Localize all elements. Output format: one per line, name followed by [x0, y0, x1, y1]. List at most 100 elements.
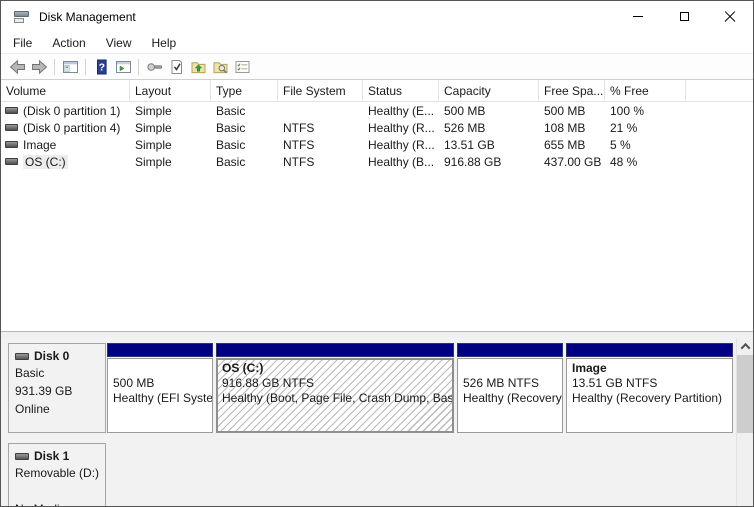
volume-name: Image: [23, 137, 57, 152]
cell-file-system: NTFS: [283, 137, 315, 152]
partition-name: Image: [572, 361, 607, 375]
disk1-title: Disk 1: [34, 449, 70, 463]
disk-management-window: Disk Management File Action View Help ?: [0, 0, 754, 507]
partition-status: Healthy (EFI Syste: [113, 391, 213, 405]
partition-recovery-526mb[interactable]: 526 MB NTFS Healthy (Recovery: [457, 343, 563, 433]
cell-free-space: 108 MB: [544, 120, 586, 135]
column-header-type[interactable]: Type: [211, 80, 278, 101]
cell-layout: Simple: [135, 137, 172, 152]
cell-free-space: 437.00 GB: [544, 154, 602, 169]
disk0-row: Disk 0 Basic 931.39 GB Online 500 MB Hea…: [8, 343, 753, 433]
toolbar-separator: [138, 58, 139, 75]
help-icon[interactable]: ?: [91, 57, 111, 77]
volume-row-disk0-partition1[interactable]: (Disk 0 partition 1) Simple Basic Health…: [1, 102, 753, 119]
volume-list-pane: Volume Layout Type File System Status Ca…: [1, 80, 753, 331]
disk0-partitions: 500 MB Healthy (EFI Syste OS (C:) 916.88…: [107, 343, 736, 433]
toolbar-separator: [54, 58, 55, 75]
menu-action[interactable]: Action: [42, 34, 95, 52]
properties-list-icon[interactable]: [232, 57, 252, 77]
cell-layout: Simple: [135, 120, 172, 135]
cell-pct-free: 48 %: [610, 154, 638, 169]
menu-bar: File Action View Help: [1, 32, 753, 53]
cell-file-system: NTFS: [283, 154, 315, 169]
cell-status: Healthy (R...: [368, 120, 435, 135]
volume-name: (Disk 0 partition 4): [23, 120, 121, 135]
column-header-empty: [686, 80, 753, 101]
check-document-icon[interactable]: [166, 57, 186, 77]
cell-type: Basic: [216, 154, 246, 169]
column-header-pct-free[interactable]: % Free: [605, 80, 686, 101]
vertical-scrollbar[interactable]: [736, 338, 753, 506]
pane-splitter[interactable]: [1, 331, 753, 338]
svg-text:?: ?: [98, 61, 104, 73]
toolbar-separator: [85, 58, 86, 75]
cell-type: Basic: [216, 120, 246, 135]
volume-row-os-c[interactable]: OS (C:) Simple Basic NTFS Healthy (B... …: [1, 153, 753, 170]
disk-icon: [15, 352, 29, 360]
column-header-file-system[interactable]: File System: [278, 80, 363, 101]
toolbar: ?: [1, 53, 753, 80]
disk1-label-panel[interactable]: Disk 1 Removable (D:) No Media: [8, 443, 106, 506]
cell-pct-free: 21 %: [610, 120, 638, 135]
chevron-up-icon: [740, 342, 750, 353]
cell-layout: Simple: [135, 154, 172, 169]
column-header-layout[interactable]: Layout: [130, 80, 211, 101]
forward-arrow-icon[interactable]: [29, 57, 49, 77]
minimize-button[interactable]: [615, 1, 661, 32]
column-header-volume[interactable]: Volume: [1, 80, 130, 101]
disk1-status: No Media: [15, 500, 105, 506]
volume-list-header: Volume Layout Type File System Status Ca…: [1, 80, 753, 102]
partition-status: Healthy (Recovery: [463, 391, 562, 405]
cell-free-space: 655 MB: [544, 137, 586, 152]
partition-color-bar: [566, 343, 733, 357]
partition-os-c-selected[interactable]: OS (C:) 916.88 GB NTFS Healthy (Boot, Pa…: [216, 343, 454, 433]
column-header-capacity[interactable]: Capacity: [439, 80, 539, 101]
cell-status: Healthy (B...: [368, 154, 435, 169]
partition-status: Healthy (Boot, Page File, Crash Dump, Ba…: [222, 391, 454, 405]
column-header-status[interactable]: Status: [363, 80, 439, 101]
menu-file[interactable]: File: [3, 34, 42, 52]
partition-size: 526 MB NTFS: [463, 376, 540, 390]
maximize-button[interactable]: [661, 1, 707, 32]
partition-efi-system[interactable]: 500 MB Healthy (EFI Syste: [107, 343, 213, 433]
column-header-free-space[interactable]: Free Spa...: [539, 80, 605, 101]
folder-search-icon[interactable]: [210, 57, 230, 77]
cell-capacity: 13.51 GB: [444, 137, 495, 152]
show-action-pane-icon[interactable]: [113, 57, 133, 77]
show-console-tree-icon[interactable]: [60, 57, 80, 77]
graphical-view-pane: Disk 0 Basic 931.39 GB Online 500 MB Hea…: [1, 338, 753, 506]
volume-icon: [5, 158, 18, 165]
partition-image-recovery[interactable]: Image 13.51 GB NTFS Healthy (Recovery Pa…: [566, 343, 733, 433]
cell-capacity: 500 MB: [444, 103, 486, 118]
minimize-icon: [633, 16, 643, 17]
partition-color-bar: [216, 343, 454, 357]
menu-help[interactable]: Help: [142, 34, 187, 52]
volume-name-selected: OS (C:): [23, 154, 68, 169]
cell-type: Basic: [216, 137, 246, 152]
partition-size: 916.88 GB NTFS: [222, 376, 315, 390]
partition-size: 13.51 GB NTFS: [572, 376, 658, 390]
volume-row-image[interactable]: Image Simple Basic NTFS Healthy (R... 13…: [1, 136, 753, 153]
cell-status: Healthy (E...: [368, 103, 435, 118]
maximize-icon: [679, 12, 689, 21]
partition-color-bar: [107, 343, 213, 357]
back-arrow-icon[interactable]: [7, 57, 27, 77]
volume-icon: [5, 124, 18, 131]
disk0-title: Disk 0: [34, 349, 70, 363]
pointer-tool-icon[interactable]: [144, 57, 164, 77]
menu-view[interactable]: View: [96, 34, 142, 52]
partition-size: 500 MB: [113, 376, 155, 390]
partition-name: OS (C:): [222, 361, 264, 375]
volume-row-disk0-partition4[interactable]: (Disk 0 partition 4) Simple Basic NTFS H…: [1, 119, 753, 136]
disk1-type: Removable (D:): [15, 466, 100, 480]
cell-free-space: 500 MB: [544, 103, 586, 118]
disk0-label-panel[interactable]: Disk 0 Basic 931.39 GB Online: [8, 343, 106, 433]
partition-color-bar: [457, 343, 563, 357]
folder-upload-icon[interactable]: [188, 57, 208, 77]
close-button[interactable]: [707, 1, 753, 32]
scroll-up-button[interactable]: [737, 338, 753, 355]
volume-icon: [5, 141, 18, 148]
scrollbar-thumb[interactable]: [737, 355, 753, 433]
cell-type: Basic: [216, 103, 246, 118]
volume-name: (Disk 0 partition 1): [23, 103, 121, 118]
